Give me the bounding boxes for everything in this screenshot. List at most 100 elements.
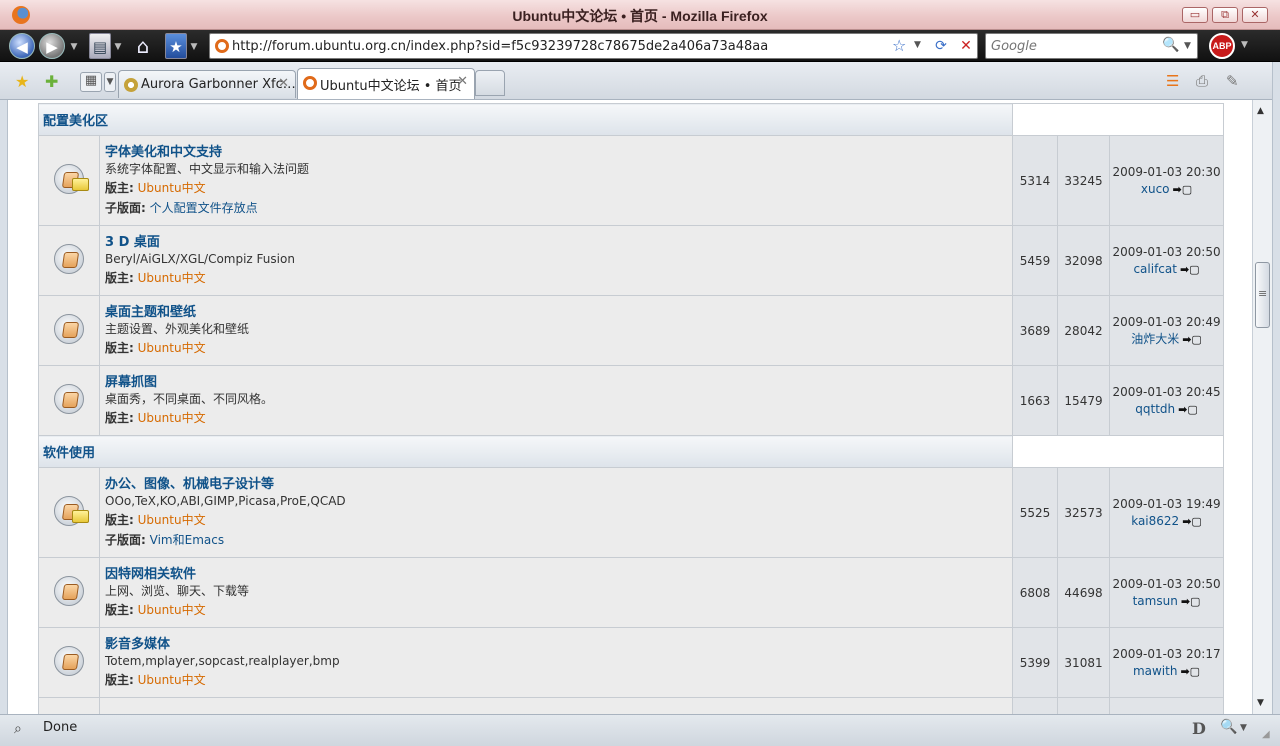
subforum-link[interactable]: Vim和Emacs	[150, 533, 224, 547]
moderator-link[interactable]: Ubuntu中文	[138, 603, 206, 617]
forum-posts-count: 33245	[1057, 135, 1111, 226]
close-window-button[interactable]: ✕	[1242, 7, 1268, 23]
forum-posts-count: 31081	[1057, 627, 1111, 698]
scrollbar-thumb[interactable]	[1255, 262, 1270, 328]
zoom-dropdown-icon[interactable]: ▼	[1240, 723, 1247, 733]
url-bar[interactable]: ☆ ▼ ⟳ ✕	[209, 33, 978, 59]
search-bar[interactable]: 🔍 ▼	[985, 33, 1198, 59]
tab-list-icon[interactable]: ▦	[80, 72, 102, 92]
moderator-link[interactable]: Ubuntu中文	[138, 271, 206, 285]
forum-topics-count: 5314	[1012, 135, 1059, 226]
moderator-link[interactable]: Ubuntu中文	[138, 341, 206, 355]
home-button[interactable]: ⌂	[130, 33, 156, 59]
vertical-scrollbar[interactable]: ▲ ▼	[1252, 100, 1272, 714]
forum-moderator-line: 版主: Ubuntu中文	[105, 600, 1007, 620]
maximize-button[interactable]: ⧉	[1212, 7, 1238, 23]
search-input[interactable]	[991, 37, 1161, 55]
close-tab-icon[interactable]: ✕	[457, 74, 468, 89]
print-icon[interactable]: ⎙	[1196, 72, 1208, 90]
tab-label: Aurora Garbonner Xfc…	[141, 77, 296, 92]
forum-topics-count: 5525	[1012, 467, 1059, 558]
goto-last-post-icon[interactable]: ➡▢	[1173, 181, 1193, 198]
bookmark-star-icon[interactable]: ★	[15, 72, 29, 91]
scroll-down-icon[interactable]: ▼	[1257, 698, 1264, 708]
moderator-link[interactable]: Ubuntu中文	[138, 181, 206, 195]
moderator-link[interactable]: Ubuntu中文	[138, 411, 206, 425]
goto-last-post-icon[interactable]: ➡▢	[1178, 401, 1198, 418]
close-tab-icon[interactable]: ✕	[278, 76, 289, 91]
forum-last-post-cell: 2009-01-03 20:30 xuco ➡▢	[1109, 135, 1225, 226]
forum-name-link[interactable]: 桌面主题和壁纸	[105, 304, 1007, 321]
forum-topics-count: 1663	[1012, 365, 1059, 436]
forum-name-link[interactable]: 办公、图像、机械电子设计等	[105, 476, 1007, 493]
forum-name-link[interactable]: 3 D 桌面	[105, 234, 1007, 251]
history-menu-dropdown-icon[interactable]: ▼	[113, 34, 123, 60]
last-post-author-link[interactable]: tamsun	[1133, 594, 1178, 608]
edit-page-icon[interactable]: ✎	[1226, 72, 1239, 90]
category-title[interactable]: 配置美化区	[37, 103, 1014, 136]
rss-feed-icon[interactable]: ☰	[1166, 72, 1179, 90]
moderator-label: 版主:	[105, 340, 134, 355]
category-title[interactable]: 软件使用	[37, 435, 1014, 468]
minimize-button[interactable]: ▭	[1182, 7, 1208, 23]
forum-row: 办公、图像、机械电子设计等 OOo,TeX,KO,ABI,GIMP,Picasa,…	[38, 467, 1225, 558]
forum-folder-icon	[54, 384, 84, 414]
bookmark-star-icon[interactable]: ☆	[892, 36, 906, 55]
back-button[interactable]: ◀	[9, 33, 35, 59]
forum-moderator-line: 版主: Ubuntu中文	[105, 408, 1007, 428]
tab-list-dropdown-icon[interactable]: ▼	[104, 72, 116, 92]
last-post-date: 2009-01-03 20:45	[1112, 384, 1221, 399]
dictionary-addon-icon[interactable]: D	[1192, 719, 1206, 738]
forum-row: 屏幕抓图 桌面秀，不同桌面、不同风格。 版主: Ubuntu中文 1663 15479 2…	[38, 365, 1225, 436]
forum-icon-cell	[38, 135, 100, 226]
last-post-author-link[interactable]: kai8622	[1131, 514, 1179, 528]
moderator-link[interactable]: Ubuntu中文	[138, 673, 206, 687]
subforum-link[interactable]: 个人配置文件存放点	[150, 201, 258, 215]
last-post-author-link[interactable]: califcat	[1133, 262, 1177, 276]
forum-moderator-line: 版主: Ubuntu中文	[105, 178, 1007, 198]
forum-name-link[interactable]: 屏幕抓图	[105, 374, 1007, 391]
last-post-author-link[interactable]: qqttdh	[1135, 402, 1175, 416]
forum-info-cell: 字体美化和中文支持 系统字体配置、中文显示和输入法问题 版主: Ubuntu中文 子版…	[98, 135, 1014, 226]
forum-posts-count	[1057, 697, 1111, 714]
bookmarks-dropdown-icon[interactable]: ▼	[189, 34, 199, 60]
resize-grip-icon[interactable]: ◢	[1262, 729, 1270, 740]
goto-last-post-icon[interactable]: ➡▢	[1182, 331, 1202, 348]
goto-last-post-icon[interactable]: ➡▢	[1181, 593, 1201, 610]
category-row: 软件使用	[37, 435, 1225, 468]
search-engine-dropdown-icon[interactable]: ▼	[1184, 41, 1191, 51]
window-title: Ubuntu中文论坛 • 首页 - Mozilla Firefox	[512, 8, 768, 24]
scroll-up-icon[interactable]: ▲	[1257, 106, 1264, 116]
goto-last-post-icon[interactable]: ➡▢	[1180, 261, 1200, 278]
new-tab-button[interactable]	[475, 70, 505, 96]
goto-last-post-icon[interactable]: ➡▢	[1182, 513, 1202, 530]
url-input[interactable]	[232, 37, 892, 55]
category-side-cell	[1012, 435, 1225, 468]
forum-info-cell: 影音多媒体 Totem,mplayer,sopcast,realplayer,bm…	[98, 627, 1014, 698]
forum-description: 主题设置、外观美化和壁纸	[105, 321, 250, 336]
page-content: 配置美化区 字体美化和中文支持 系统字体配置、中文显示和输入法问题 版主: Ubunt…	[8, 100, 1252, 714]
tab-ubuntu-forum[interactable]: Ubuntu中文论坛 • 首页 ✕	[297, 68, 475, 99]
forum-name-link[interactable]: 影音多媒体	[105, 636, 1007, 653]
tab-aurora[interactable]: Aurora Garbonner Xfc… ✕	[118, 70, 296, 98]
moderator-link[interactable]: Ubuntu中文	[138, 513, 206, 527]
page-history-button[interactable]: ▤	[89, 33, 111, 59]
goto-last-post-icon[interactable]: ➡▢	[1180, 663, 1200, 680]
forum-last-post-cell: 2009-01-03 19:49 kai8622 ➡▢	[1109, 467, 1225, 558]
history-dropdown-icon[interactable]: ▼	[69, 34, 79, 60]
last-post-author-link[interactable]: 油炸大米	[1131, 332, 1179, 346]
bookmarks-button[interactable]: ★	[165, 33, 187, 59]
last-post-author-link[interactable]: mawith	[1133, 664, 1178, 678]
forum-name-link[interactable]: 字体美化和中文支持	[105, 144, 1007, 161]
forward-button[interactable]: ▶	[39, 33, 65, 59]
adblock-dropdown-icon[interactable]: ▼	[1241, 40, 1248, 50]
url-dropdown-icon[interactable]: ▼	[914, 40, 921, 50]
zoom-icon[interactable]: 🔍	[1220, 719, 1237, 735]
forum-name-link[interactable]: 因特网相关软件	[105, 566, 1007, 583]
stop-button[interactable]: ✕	[956, 35, 976, 57]
adblock-plus-button[interactable]: ABP	[1209, 33, 1235, 59]
search-icon[interactable]: 🔍	[1162, 37, 1179, 53]
last-post-author-link[interactable]: xuco	[1141, 182, 1170, 196]
reload-button[interactable]: ⟳	[930, 35, 952, 57]
add-bookmark-icon[interactable]: ✚	[45, 72, 58, 91]
